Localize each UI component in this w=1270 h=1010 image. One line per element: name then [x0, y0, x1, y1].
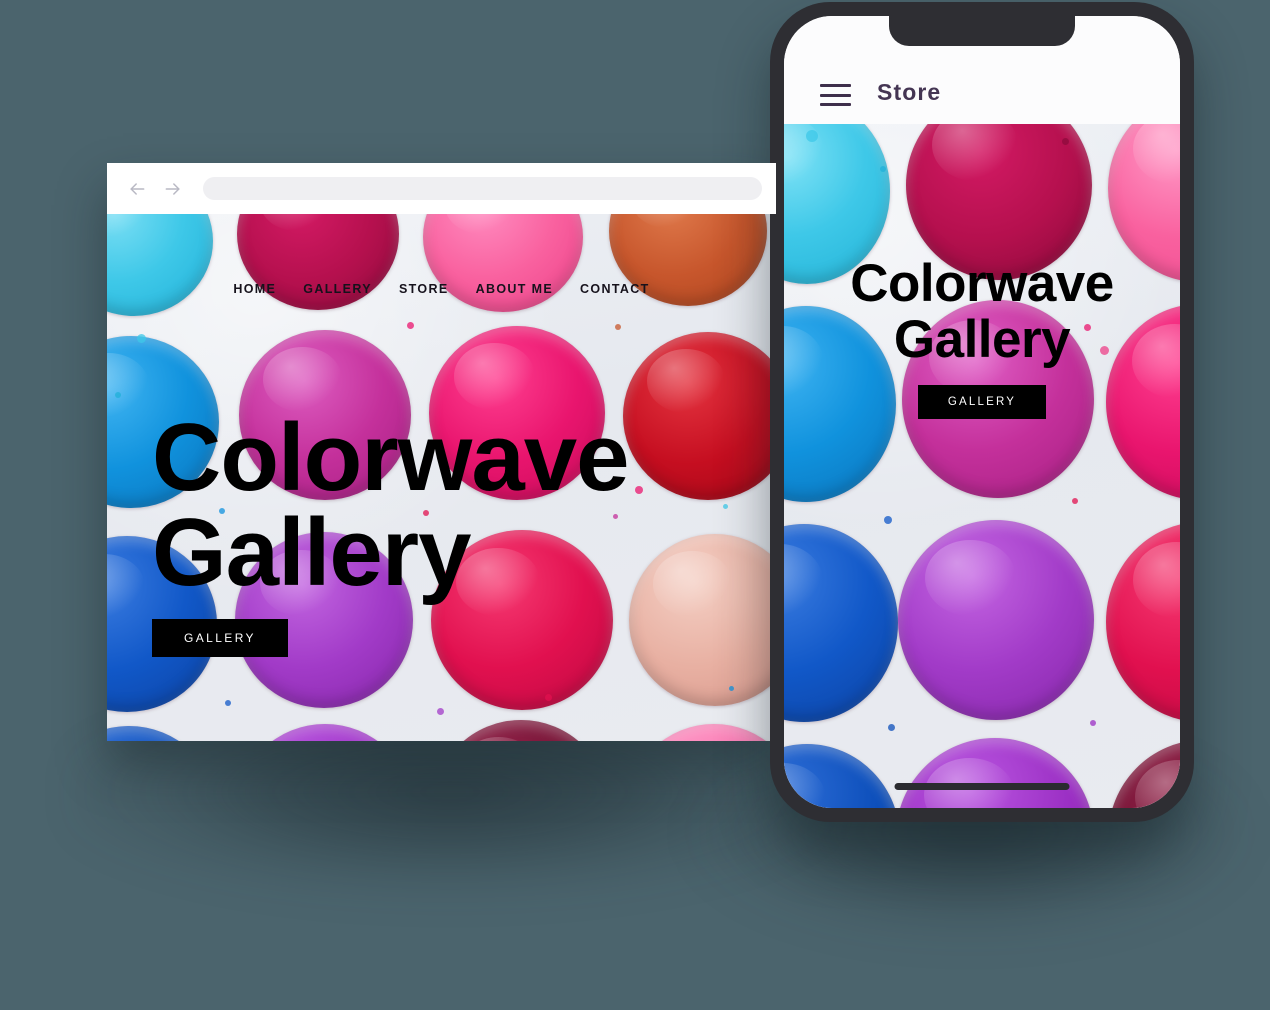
nav-item-contact[interactable]: CONTACT [580, 282, 650, 296]
phone-hero-title-line-2: Gallery [893, 309, 1071, 369]
phone-notch [889, 16, 1075, 46]
phone-screen: Store Colorwave Gallery GALLERY [784, 16, 1180, 808]
hamburger-menu-icon[interactable] [820, 84, 851, 106]
browser-window: HOME GALLERY STORE ABOUT ME CONTACT Colo… [107, 163, 776, 741]
mockup-stage: HOME GALLERY STORE ABOUT ME CONTACT Colo… [0, 0, 1270, 1010]
address-bar-input[interactable] [203, 177, 762, 200]
browser-nav-arrows [127, 179, 183, 199]
phone-hero-title-line-1: Colorwave [850, 254, 1114, 313]
phone-app-title: Store [877, 79, 942, 105]
phone-viewport: Colorwave Gallery GALLERY [784, 124, 1180, 808]
desktop-hero-title-line-1: Colorwave [152, 404, 629, 511]
desktop-hero-title: Colorwave Gallery [152, 404, 772, 607]
nav-item-home[interactable]: HOME [233, 282, 276, 296]
browser-chrome-bar [107, 163, 776, 214]
nav-item-about-me[interactable]: ABOUT ME [476, 282, 553, 296]
phone-hero-title: Colorwave Gallery [784, 256, 1180, 367]
phone-hero-section: Colorwave Gallery GALLERY [784, 256, 1180, 420]
desktop-hero-title-line-2: Gallery [152, 499, 472, 607]
site-navigation: HOME GALLERY STORE ABOUT ME CONTACT [107, 282, 776, 296]
desktop-gallery-button[interactable]: GALLERY [152, 619, 288, 658]
browser-viewport: HOME GALLERY STORE ABOUT ME CONTACT Colo… [107, 214, 776, 741]
nav-item-gallery[interactable]: GALLERY [303, 282, 372, 296]
desktop-hero-section: Colorwave Gallery GALLERY [152, 404, 772, 658]
hero-background-image-phone [784, 124, 1180, 808]
phone-gallery-button[interactable]: GALLERY [917, 385, 1047, 420]
phone-home-indicator[interactable] [894, 783, 1070, 790]
arrow-left-icon[interactable] [127, 179, 147, 199]
phone-frame: Store Colorwave Gallery GALLERY [770, 2, 1194, 822]
nav-item-store[interactable]: STORE [399, 282, 449, 296]
arrow-right-icon[interactable] [163, 179, 183, 199]
